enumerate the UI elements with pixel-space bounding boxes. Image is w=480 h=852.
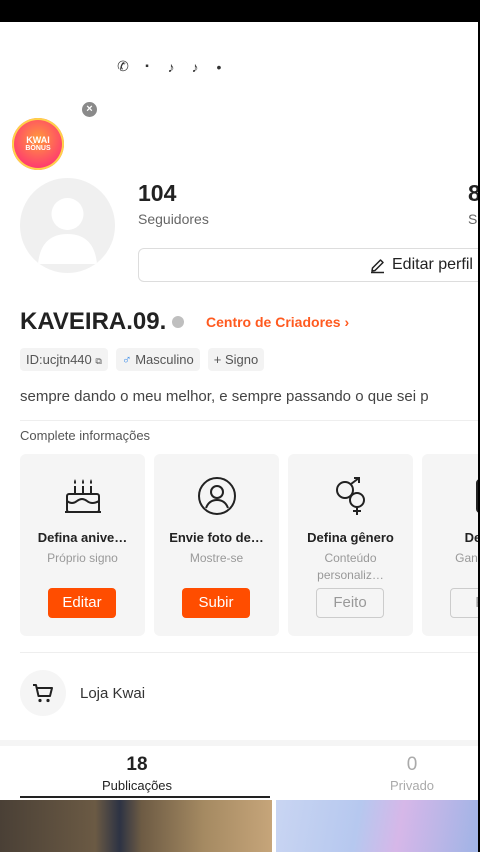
sign-chip[interactable]: + Signo [207, 348, 265, 371]
card-title: Defina gênero [307, 530, 394, 545]
card-title: Envie foto de… [169, 530, 264, 545]
kwai-shop-row[interactable]: Loja Kwai [20, 670, 145, 716]
active-tab-indicator [20, 796, 270, 798]
card-photo[interactable]: Envie foto de… Mostre-se Subir [154, 454, 279, 636]
tiktok-icon: ♪ [191, 58, 199, 75]
shopping-cart-icon [33, 684, 53, 703]
avatar[interactable] [20, 178, 115, 273]
following-count: 8 [468, 180, 478, 206]
divider [20, 420, 478, 421]
followers-label: Seguidores [138, 211, 209, 227]
section-separator [0, 740, 478, 746]
card-subtitle: Conteúdo personaliz… [317, 551, 384, 582]
private-label: Privado [389, 778, 435, 793]
creator-center-link[interactable]: Centro de Criadores › [206, 314, 349, 330]
edit-profile-button[interactable]: Editar perfil [138, 248, 478, 282]
dot-icon: • [216, 58, 222, 75]
shop-label: Loja Kwai [80, 684, 146, 702]
following-stat[interactable]: 8 S [468, 180, 478, 227]
kwai-bonus-badge[interactable]: KWAI BÔNUS [12, 118, 64, 170]
user-id: ID:ucjtn440 [26, 352, 92, 367]
profile-chips: ID:ucjtn440 ⧉ ♂ Masculino + Signo [20, 348, 265, 371]
gender-done-button[interactable]: Feito [316, 588, 384, 618]
publications-label: Publicações [101, 778, 173, 793]
complete-info-cards: Defina anive… Próprio signo Editar Envie… [20, 454, 478, 636]
video-thumbnail[interactable] [276, 800, 478, 852]
id-chip[interactable]: ID:ucjtn440 ⧉ [20, 348, 108, 371]
card-fourth[interactable]: Defina Ganh segu Fe [422, 454, 478, 636]
shop-icon-circle [20, 670, 66, 716]
private-count: 0 [406, 754, 418, 775]
complete-info-title: Complete informações [20, 428, 151, 443]
card-subtitle: Mostre-se [189, 551, 244, 565]
profile-screen: ✆ ▪ ♪ ♪ • × KWAI BÔNUS 104 Seguidores 8 … [0, 22, 478, 852]
card-title: Defina anive… [37, 530, 128, 545]
edit-birthday-button[interactable]: Editar [48, 588, 116, 618]
phone-card-icon [475, 479, 478, 513]
followers-count: 104 [138, 180, 177, 206]
phone-icon: ✆ [117, 58, 129, 74]
sim-icon: ▪ [145, 61, 149, 72]
bonus-line2: BÔNUS [25, 145, 51, 152]
bio-text: sempre dando o meu melhor, e sempre pass… [20, 388, 429, 405]
gender-icon [335, 477, 365, 515]
gender-label: Masculino [135, 352, 194, 367]
gender-chip[interactable]: ♂ Masculino [115, 348, 200, 371]
male-icon: ♂ [121, 352, 132, 367]
card-subtitle: Ganh segu [455, 551, 478, 565]
user-circle-icon [197, 477, 236, 515]
tiktok-icon: ♪ [167, 58, 175, 75]
creator-center-label: Centro de Criadores [206, 314, 341, 330]
card-gender[interactable]: Defina gênero Conteúdo personaliz… Feito [288, 454, 413, 636]
tab-private[interactable]: 0 Privado [382, 754, 442, 793]
profile-name: KAVEIRA.09. [20, 308, 185, 336]
upload-photo-button[interactable]: Subir [182, 588, 250, 618]
followers-stat[interactable]: 104 Seguidores [138, 180, 209, 227]
video-thumbnail[interactable] [0, 800, 272, 852]
following-label: S [468, 211, 478, 227]
username: KAVEIRA.09. [20, 308, 167, 335]
edit-profile-label: Editar perfil [392, 256, 473, 273]
card-birthday[interactable]: Defina anive… Próprio signo Editar [20, 454, 145, 636]
bonus-line1: KWAI [26, 135, 50, 145]
card-subtitle: Próprio signo [47, 551, 118, 565]
default-avatar-icon [38, 198, 97, 264]
divider [20, 652, 478, 653]
close-bonus-icon[interactable]: × [82, 102, 97, 117]
verification-badge-icon[interactable] [172, 316, 185, 328]
notification-icons: ✆ ▪ ♪ ♪ • [116, 58, 226, 75]
fourth-card-button[interactable]: Fe [450, 588, 478, 618]
publications-count: 18 [126, 754, 148, 775]
pencil-icon [371, 258, 384, 273]
tab-publications[interactable]: 18 Publicações [96, 754, 178, 793]
sign-label: + Signo [213, 352, 259, 367]
card-title: Defina [464, 530, 478, 545]
chevron-right-icon: › [344, 314, 350, 330]
birthday-cake-icon [64, 479, 101, 513]
copy-icon: ⧉ [95, 356, 102, 366]
